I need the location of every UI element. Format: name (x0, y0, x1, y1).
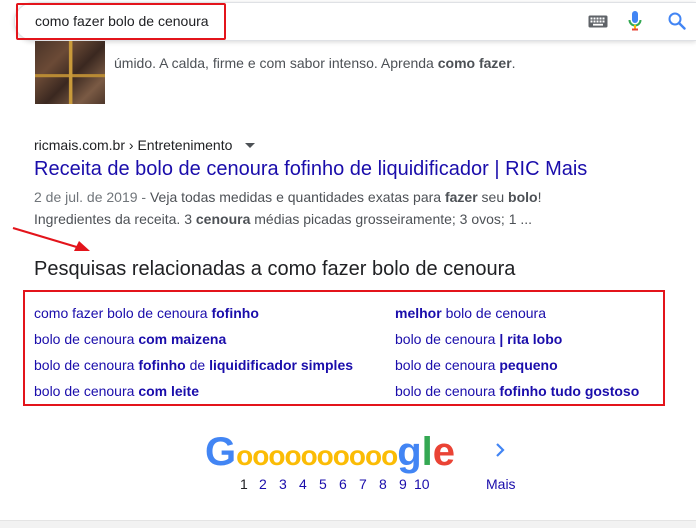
search-icon[interactable] (668, 12, 686, 35)
page-link-3[interactable]: 3 (279, 476, 287, 492)
page-link-10[interactable]: 10 (414, 476, 430, 492)
related-search-link[interactable]: bolo de cenoura | rita lobo (395, 331, 562, 347)
related-search-link[interactable]: bolo de cenoura fofinho de liquidificado… (34, 357, 353, 373)
related-search-link[interactable]: melhor bolo de cenoura (395, 305, 546, 321)
keyboard-icon[interactable] (588, 15, 608, 33)
related-search-link[interactable]: como fazer bolo de cenoura fofinho (34, 305, 259, 321)
page-link-7[interactable]: 7 (359, 476, 367, 492)
cite-menu-arrow-icon[interactable] (245, 143, 255, 148)
related-search-link[interactable]: bolo de cenoura pequeno (395, 357, 558, 373)
next-page-link[interactable]: Mais (486, 476, 516, 492)
pagination-logo: G o o o o o o o o o o g l e (205, 430, 456, 474)
page-link-5[interactable]: 5 (319, 476, 327, 492)
mic-icon[interactable] (628, 11, 642, 36)
page-link-9[interactable]: 9 (399, 476, 407, 492)
page-link-1: 1 (240, 476, 248, 492)
page-link-4[interactable]: 4 (299, 476, 307, 492)
search-input[interactable]: como fazer bolo de cenoura (35, 13, 209, 29)
related-search-link[interactable]: bolo de cenoura fofinho tudo gostoso (395, 383, 639, 399)
result-title-link[interactable]: Receita de bolo de cenoura fofinho de li… (34, 158, 587, 181)
result-snippet: 2 de jul. de 2019 - Veja todas medidas e… (34, 189, 542, 227)
page-link-8[interactable]: 8 (379, 476, 387, 492)
related-search-link[interactable]: bolo de cenoura com maizena (34, 331, 226, 347)
result-cite: ricmais.com.br › Entretenimento (34, 137, 233, 153)
result-thumbnail[interactable] (35, 41, 105, 104)
footer-bar (0, 520, 696, 528)
page-link-6[interactable]: 6 (339, 476, 347, 492)
related-search-link[interactable]: bolo de cenoura com leite (34, 383, 199, 399)
result-snippet: úmido. A calda, firme e com sabor intens… (114, 55, 516, 71)
related-searches-heading: Pesquisas relacionadas a como fazer bolo… (34, 258, 516, 280)
page-link-2[interactable]: 2 (259, 476, 267, 492)
annotation-arrow-icon (10, 224, 92, 259)
chevron-right-icon[interactable] (493, 441, 507, 464)
